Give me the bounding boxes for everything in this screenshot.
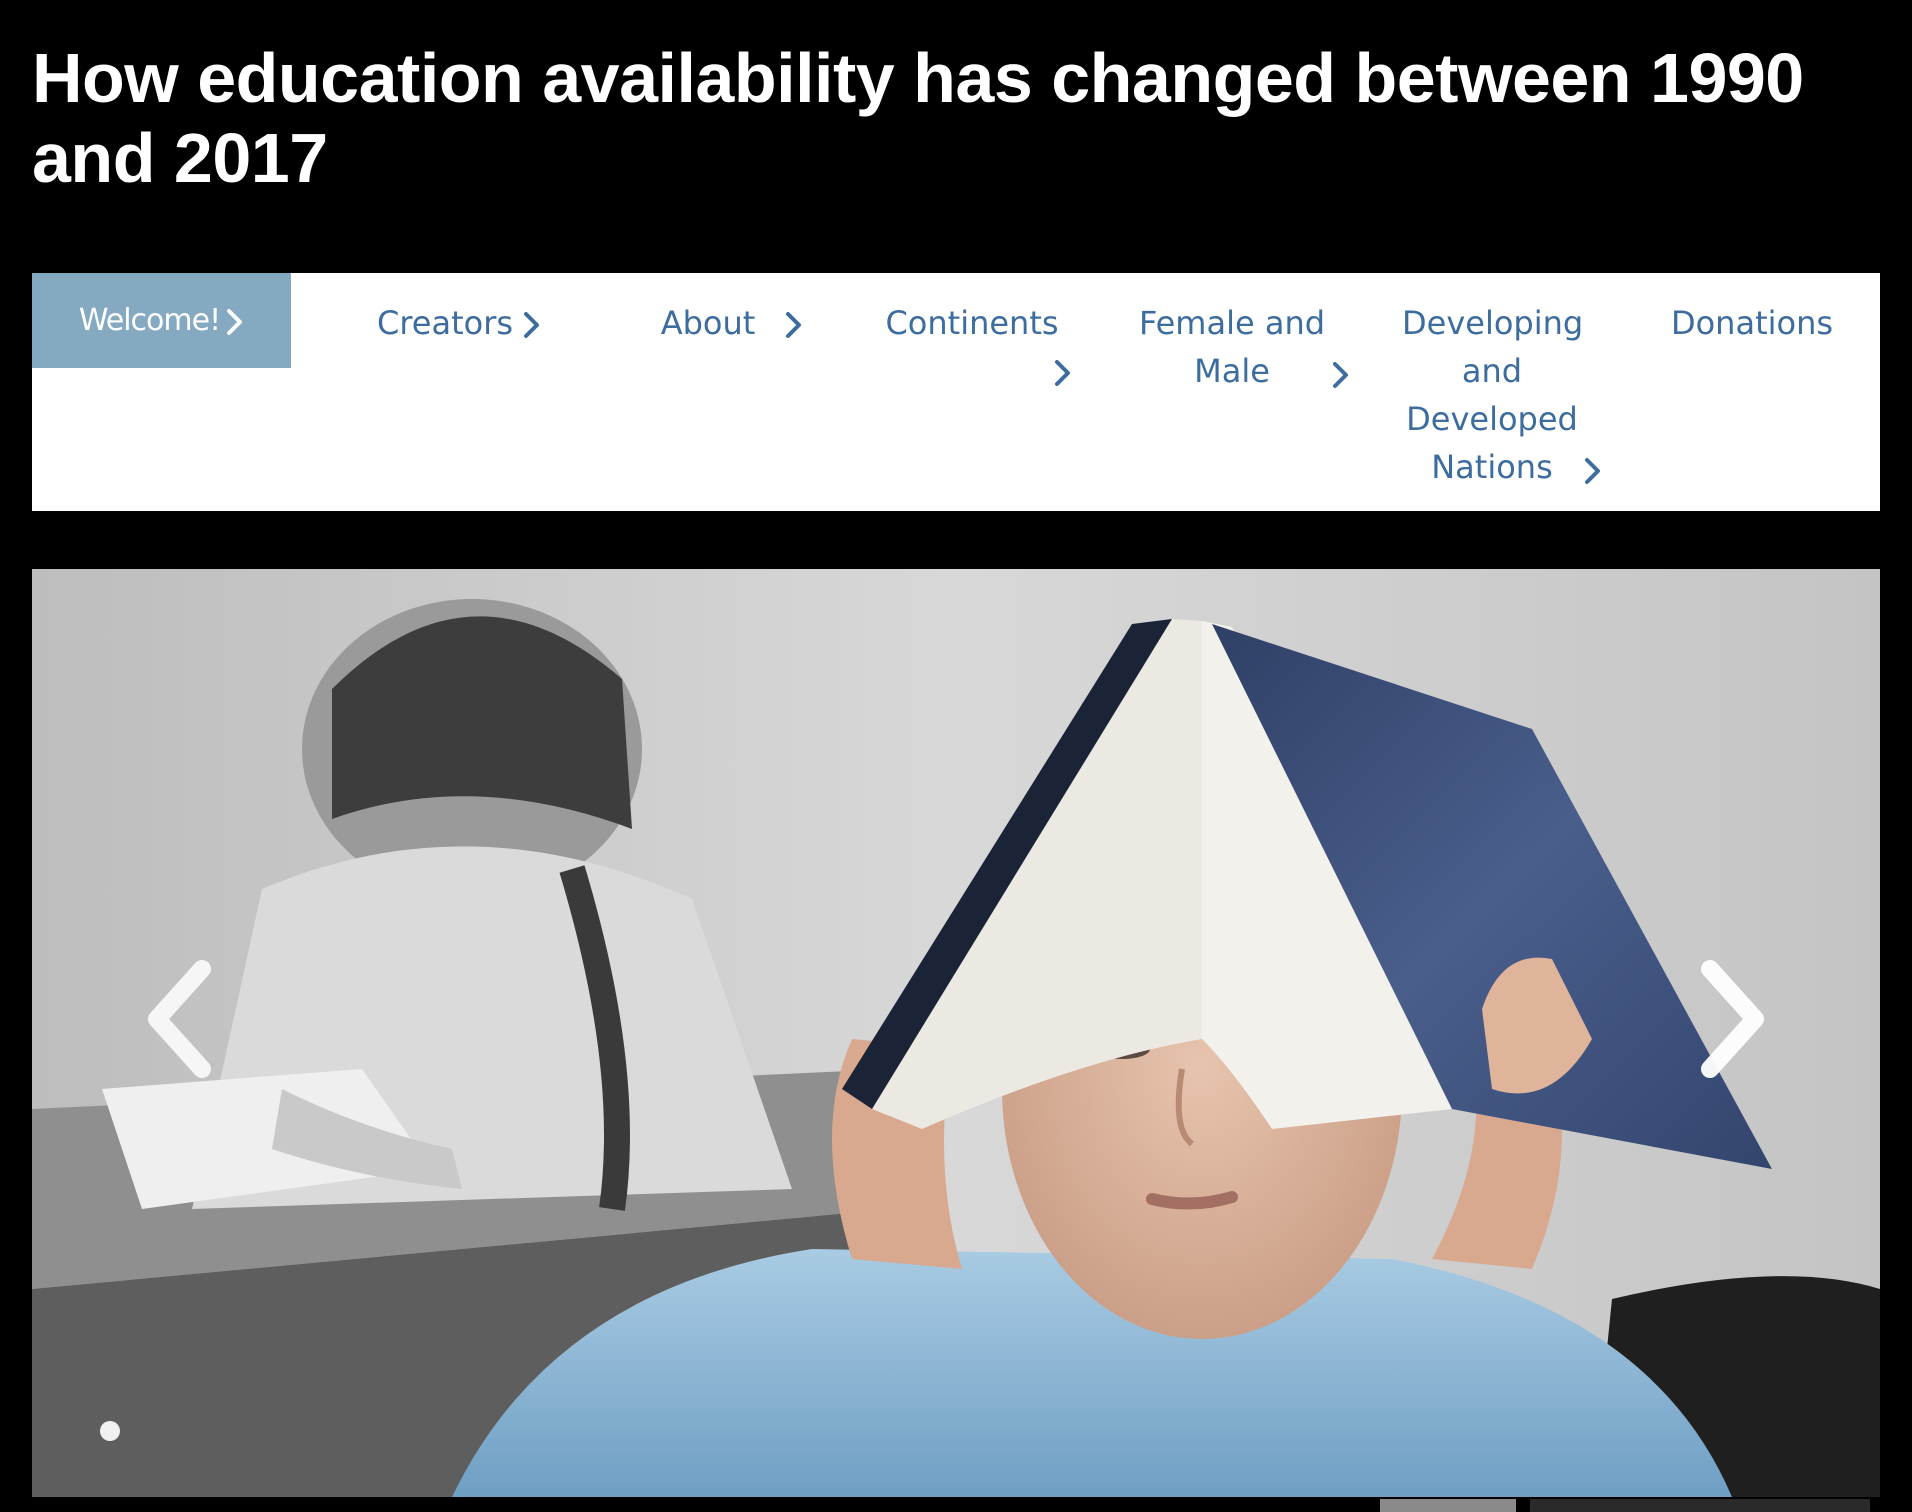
nav-item-donations[interactable]: Donations: [1652, 299, 1852, 347]
chevron-right-icon: [1333, 362, 1348, 388]
nav-item-about[interactable]: About: [632, 299, 832, 347]
hero-carousel: [32, 569, 1880, 1497]
chevron-left-icon: [148, 960, 211, 1078]
chevron-right-icon: [227, 308, 243, 335]
nav-item-female-and-male[interactable]: Female and Male: [1122, 299, 1348, 395]
chevron-right-icon: [524, 312, 540, 338]
hero-photo-boy-with-book-on-head: [32, 569, 1880, 1497]
partial-thumbnail: [1530, 1499, 1870, 1512]
nav-item-female-and-male-label: Female and Male: [1138, 304, 1326, 390]
nav-item-about-label: About: [660, 304, 756, 342]
chevron-right-icon: [1701, 960, 1764, 1078]
nav-item-developing-and-developed-nations-label: Developing and Developed Nations: [1402, 304, 1584, 486]
nav-item-continents[interactable]: Continents: [862, 299, 1082, 395]
main-nav: Welcome! Creators About Continents Femal…: [32, 273, 1880, 511]
nav-item-welcome-label: Welcome!: [78, 303, 221, 338]
carousel-next-button[interactable]: [1680, 949, 1780, 1089]
chevron-right-icon: [1585, 458, 1600, 484]
nav-item-developing-and-developed-nations[interactable]: Developing and Developed Nations: [1392, 299, 1600, 491]
chevron-right-icon: [786, 312, 802, 338]
nav-item-continents-label: Continents: [885, 304, 1059, 342]
nav-item-creators[interactable]: Creators: [349, 299, 569, 347]
nav-item-donations-label: Donations: [1670, 304, 1834, 342]
nav-item-welcome[interactable]: Welcome!: [32, 273, 291, 368]
chevron-right-icon: [1055, 360, 1070, 386]
carousel-prev-button[interactable]: [132, 949, 232, 1089]
page-title: How education availability has changed b…: [32, 39, 1804, 197]
partial-thumbnail: [1380, 1499, 1516, 1512]
nav-item-creators-label: Creators: [376, 304, 514, 342]
